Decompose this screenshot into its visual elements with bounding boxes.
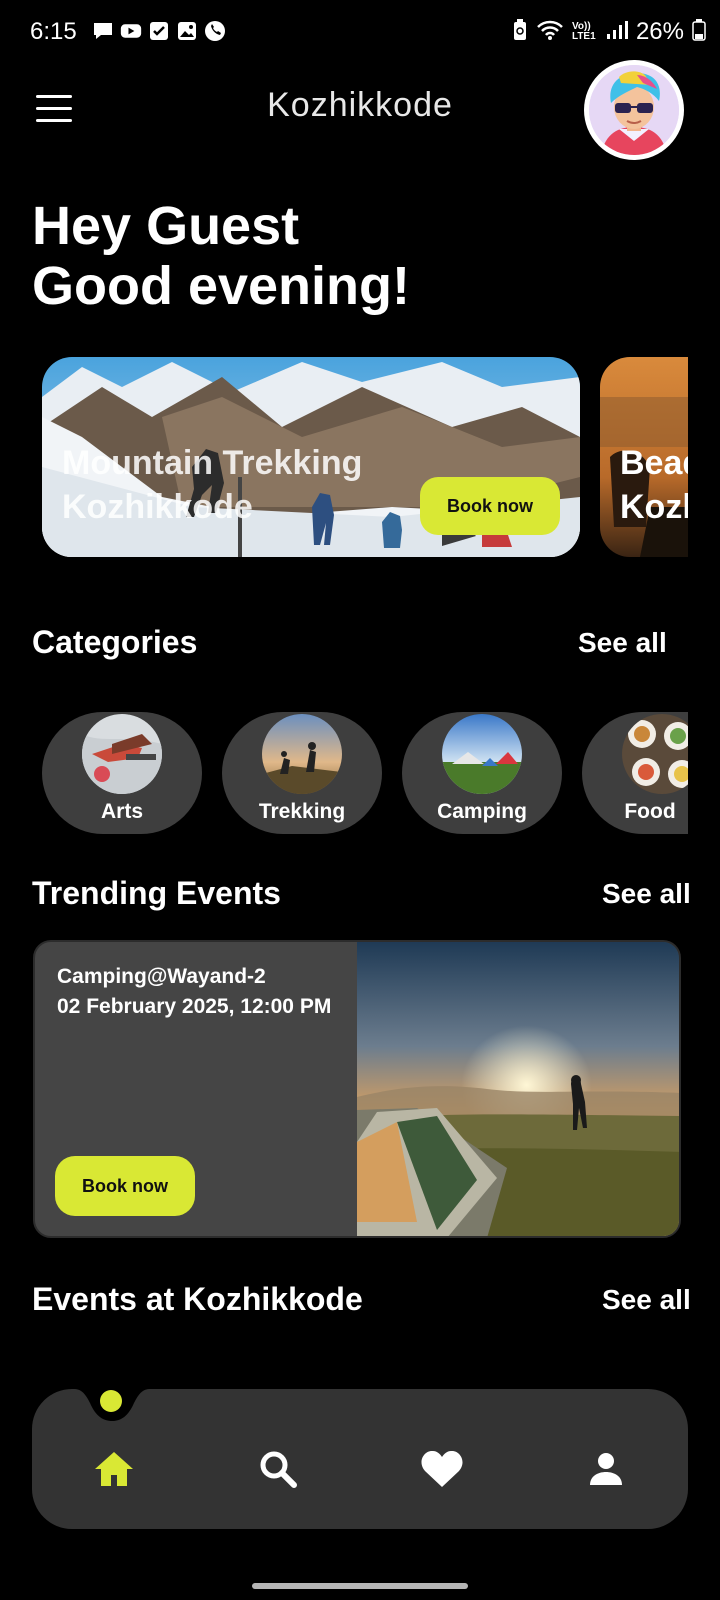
local-events-title: Events at Kozhikkode	[32, 1281, 363, 1317]
notification-icons	[92, 20, 226, 42]
status-time: 6:15	[30, 18, 77, 45]
camping-image	[442, 714, 522, 794]
greeting: Hey Guest Good evening!	[32, 196, 410, 316]
trending-title: Trending Events	[32, 875, 281, 911]
trending-event-info: Camping@Wayand-2 02 February 2025, 12:00…	[57, 962, 331, 1022]
trending-see-all-link[interactable]: See all	[602, 878, 691, 910]
trending-book-now-button[interactable]: Book now	[55, 1156, 195, 1216]
local-events-see-all-link[interactable]: See all	[602, 1284, 691, 1316]
viber-icon	[204, 20, 226, 42]
avatar	[589, 65, 679, 155]
gesture-handle[interactable]	[252, 1583, 468, 1589]
profile-avatar-button[interactable]	[584, 60, 684, 160]
category-food[interactable]: Food	[582, 712, 688, 834]
food-image	[622, 714, 688, 794]
nav-favorites-button[interactable]	[412, 1439, 472, 1499]
categories-title: Categories	[32, 624, 198, 660]
nav-home-button[interactable]	[84, 1439, 144, 1499]
hero-card-2-title: Bead Kozl	[620, 441, 688, 529]
hero-book-now-button[interactable]: Book now	[420, 477, 560, 535]
hero-2-title-line-1: Bead	[620, 444, 688, 482]
event-datetime: 02 February 2025, 12:00 PM	[57, 995, 332, 1018]
category-label: Camping	[437, 800, 527, 823]
signal-icon	[606, 20, 628, 45]
category-label: Food	[624, 800, 676, 823]
bottom-nav-items	[32, 1389, 688, 1529]
category-camping[interactable]: Camping	[402, 712, 562, 834]
camping-sunset-image	[357, 942, 679, 1236]
heart-icon	[421, 1450, 463, 1487]
category-trekking[interactable]: Trekking	[222, 712, 382, 834]
battery-saver-icon	[512, 18, 528, 46]
event-name: Camping@Wayand-2	[57, 965, 266, 988]
battery-percent: 26%	[635, 18, 684, 45]
trending-event-card[interactable]: Camping@Wayand-2 02 February 2025, 12:00…	[33, 940, 681, 1238]
chat-bubble-icon	[92, 20, 114, 42]
greeting-line-1: Hey Guest	[32, 196, 300, 256]
checkbox-icon	[148, 20, 170, 42]
wifi-icon	[536, 19, 564, 46]
battery-icon	[692, 18, 706, 46]
hero-card-beach[interactable]: Bead Kozl	[600, 357, 688, 557]
system-icons: Vo)) LTE1 26%	[512, 18, 706, 46]
category-label: Arts	[100, 800, 143, 823]
lte-label: Vo)) LTE1	[571, 21, 596, 42]
youtube-icon	[120, 20, 142, 42]
arts-image	[82, 714, 162, 794]
nav-search-button[interactable]	[248, 1439, 308, 1499]
nav-profile-button[interactable]	[576, 1439, 636, 1499]
hero-title-line-2: Kozhikkode	[62, 488, 253, 526]
categories-see-all-link[interactable]: See all	[578, 627, 667, 659]
trekking-image	[262, 714, 342, 794]
home-icon	[95, 1452, 133, 1486]
status-bar: 6:15 Vo)) LTE1 26%	[0, 0, 720, 66]
user-icon	[590, 1453, 622, 1485]
hero-2-title-line-2: Kozl	[620, 488, 688, 526]
gallery-icon	[176, 20, 198, 42]
category-arts[interactable]: Arts	[42, 712, 202, 834]
greeting-line-2: Good evening!	[32, 256, 410, 316]
category-label: Trekking	[258, 800, 346, 823]
search-icon	[260, 1451, 297, 1488]
hero-card-title: Mountain Trekking Kozhikkode	[62, 441, 362, 529]
hero-title-line-1: Mountain Trekking	[62, 444, 363, 482]
